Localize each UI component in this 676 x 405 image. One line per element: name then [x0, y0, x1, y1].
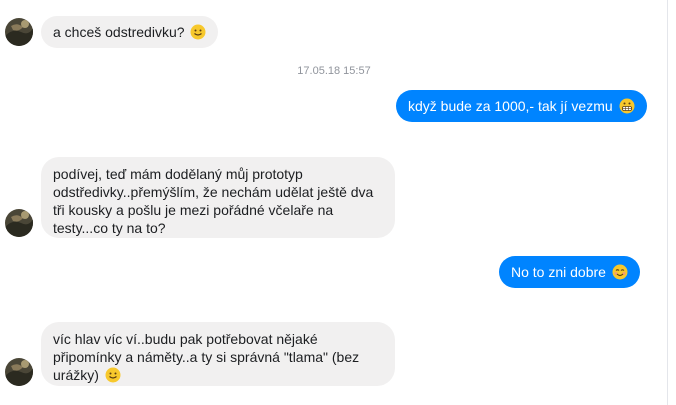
grimacing-face-icon [619, 98, 635, 114]
contact-avatar[interactable] [5, 18, 33, 46]
message-text: víc hlav víc ví..budu pak potřebovat něj… [53, 331, 360, 383]
message-bubble-outgoing[interactable]: když bude za 1000,- tak jí vezmu [396, 90, 647, 122]
message-bubble-outgoing[interactable]: No to zni dobre [499, 256, 640, 288]
message-bubble-incoming[interactable]: a chceš odstredivku? [41, 16, 219, 48]
slightly-smiling-face-icon [190, 24, 206, 40]
message-text: No to zni dobre [511, 264, 606, 280]
message-text: a chceš odstredivku? [53, 24, 185, 40]
contact-avatar[interactable] [5, 209, 33, 237]
message-bubble-incoming[interactable]: podívej, teď mám dodělaný můj prototyp o… [41, 157, 395, 238]
smiling-face-with-smiling-eyes-icon [612, 264, 628, 280]
contact-avatar[interactable] [5, 358, 33, 386]
message-text: když bude za 1000,- tak jí vezmu [408, 98, 613, 114]
message-text: podívej, teď mám dodělaný můj prototyp o… [53, 166, 374, 236]
slightly-smiling-face-icon [105, 367, 121, 383]
message-bubble-incoming[interactable]: víc hlav víc ví..budu pak potřebovat něj… [41, 322, 395, 386]
right-panel-divider [667, 0, 668, 405]
message-timestamp: 17.05.18 15:57 [297, 65, 371, 77]
